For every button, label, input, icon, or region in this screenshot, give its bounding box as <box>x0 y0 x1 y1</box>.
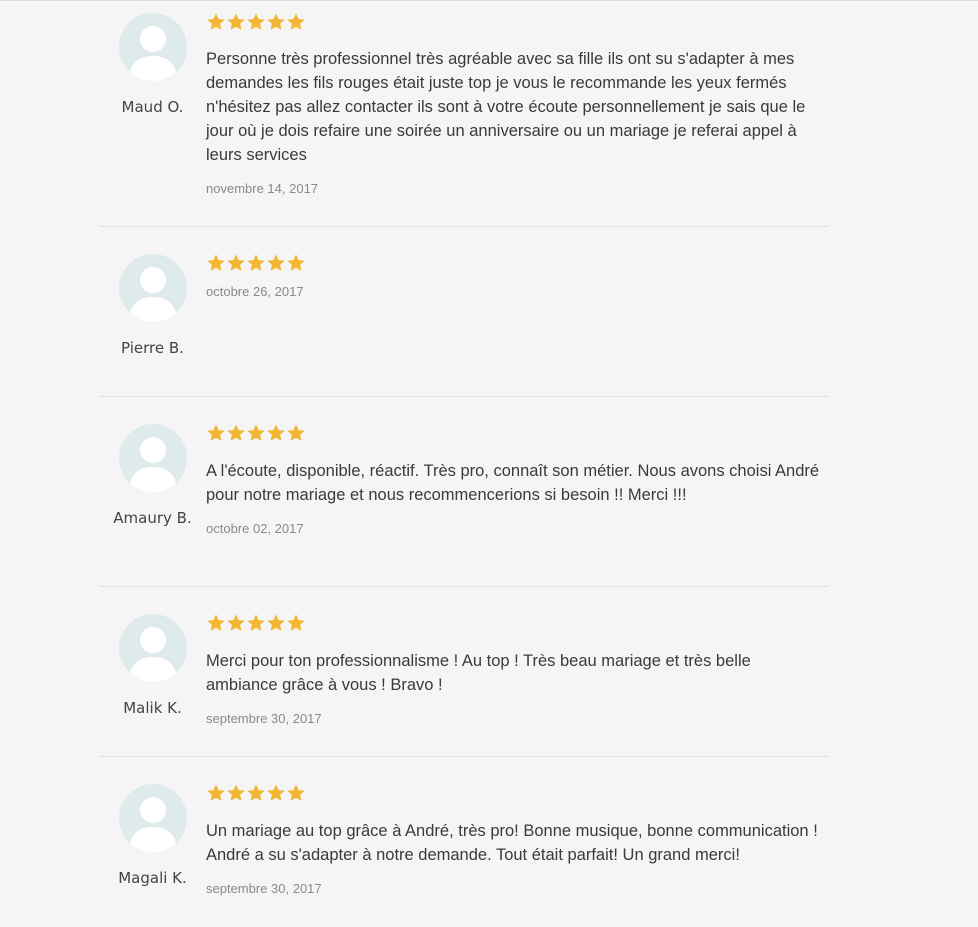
star-icon <box>227 784 245 801</box>
user-silhouette-icon <box>128 267 177 322</box>
star-icon <box>227 424 245 441</box>
star-rating <box>206 423 829 443</box>
star-icon <box>287 424 305 441</box>
star-icon <box>287 614 305 631</box>
star-icon <box>267 424 285 441</box>
star-icon <box>247 13 265 30</box>
review-author: Pierre B. <box>99 227 206 396</box>
avatar <box>118 254 187 322</box>
review-item: Maud O. Personne très professionnel très… <box>99 0 829 227</box>
review-author: Maud O. <box>99 0 206 226</box>
author-name: Pierre B. <box>121 339 184 357</box>
review-body: A l'écoute, disponible, réactif. Très pr… <box>206 397 829 586</box>
star-rating <box>206 613 829 633</box>
user-silhouette-icon <box>128 437 177 492</box>
star-icon <box>267 614 285 631</box>
star-icon <box>207 614 225 631</box>
star-icon <box>227 13 245 30</box>
star-icon <box>287 784 305 801</box>
star-icon <box>207 13 225 30</box>
author-name: Magali K. <box>118 869 187 887</box>
author-name: Malik K. <box>123 699 182 717</box>
review-item: Amaury B. A l'écoute, disponible, réacti… <box>99 397 829 587</box>
star-icon <box>287 254 305 271</box>
review-date: septembre 30, 2017 <box>206 711 322 726</box>
review-date: octobre 26, 2017 <box>206 284 304 299</box>
review-item: Malik K. Merci pour ton professionnalism… <box>99 587 829 757</box>
star-icon <box>227 254 245 271</box>
avatar <box>118 424 187 492</box>
star-icon <box>267 13 285 30</box>
review-body: Merci pour ton professionnalisme ! Au to… <box>206 587 829 756</box>
review-author: Amaury B. <box>99 397 206 586</box>
review-body: Personne très professionnel très agréabl… <box>206 0 829 226</box>
star-rating <box>206 783 829 803</box>
review-item: Magali K. Un mariage au top grâce à Andr… <box>99 757 829 927</box>
user-silhouette-icon <box>128 26 177 81</box>
review-text: Un mariage au top grâce à André, très pr… <box>206 822 818 864</box>
author-name: Amaury B. <box>113 509 192 527</box>
review-text: A l'écoute, disponible, réactif. Très pr… <box>206 462 820 504</box>
star-icon <box>227 614 245 631</box>
review-body: octobre 26, 2017 <box>206 227 829 396</box>
star-icon <box>267 254 285 271</box>
user-silhouette-icon <box>128 627 177 682</box>
review-date: novembre 14, 2017 <box>206 181 319 196</box>
avatar <box>118 784 187 852</box>
star-rating <box>206 12 829 32</box>
review-date: octobre 02, 2017 <box>206 521 304 536</box>
star-icon <box>247 614 265 631</box>
author-name: Maud O. <box>121 98 184 116</box>
star-icon <box>287 13 305 30</box>
star-rating <box>206 253 829 273</box>
review-author: Magali K. <box>99 757 206 927</box>
star-icon <box>267 784 285 801</box>
review-text: Merci pour ton professionnalisme ! Au to… <box>206 652 751 694</box>
star-icon <box>247 424 265 441</box>
avatar <box>118 614 187 682</box>
review-body: Un mariage au top grâce à André, très pr… <box>206 757 829 927</box>
star-icon <box>247 784 265 801</box>
star-icon <box>207 424 225 441</box>
star-icon <box>247 254 265 271</box>
star-icon <box>207 254 225 271</box>
review-text: Personne très professionnel très agréabl… <box>206 50 806 164</box>
user-silhouette-icon <box>128 797 177 852</box>
review-author: Malik K. <box>99 587 206 756</box>
star-icon <box>207 784 225 801</box>
review-item: Pierre B. octobre 26, 2017 <box>99 227 829 397</box>
review-date: septembre 30, 2017 <box>206 881 322 896</box>
avatar <box>118 13 187 81</box>
reviews-list: Maud O. Personne très professionnel très… <box>99 0 829 927</box>
